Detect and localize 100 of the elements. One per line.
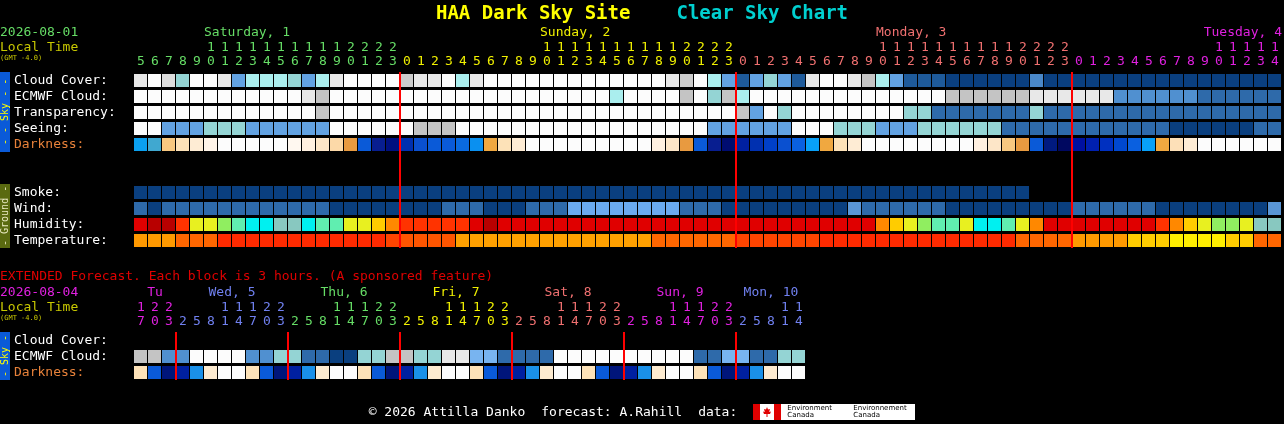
- hour-label: 2: [738, 314, 748, 328]
- hour-label: 5: [472, 54, 482, 68]
- hour-label: 20: [1018, 40, 1028, 68]
- hour-label: 7: [1172, 54, 1182, 68]
- hour-label: 22: [1046, 40, 1056, 68]
- hour-label: 20: [374, 300, 384, 328]
- site-title: HAA Dark Sky Site: [435, 1, 631, 23]
- hour-label: 7: [836, 54, 846, 68]
- extended-note: EXTENDED Forecast. Each block is 3 hours. (A sponsored feature): [0, 268, 495, 284]
- day-label: Sun, 9: [656, 284, 704, 300]
- hour-label: 18: [654, 40, 664, 68]
- row-label: Cloud Cover:: [14, 72, 109, 88]
- row-label: Cloud Cover:: [14, 332, 109, 348]
- hour-label: 8: [542, 314, 552, 328]
- hour-label: 8: [654, 314, 664, 328]
- hour-label: 17: [304, 40, 314, 68]
- hour-label: 14: [598, 40, 608, 68]
- credit-text: © 2026 Attilla Danko: [368, 404, 526, 420]
- hour-label: 21: [360, 40, 370, 68]
- day-label: Sunday, 2: [539, 24, 611, 40]
- hour-label: 11: [556, 300, 566, 328]
- row-label: ECMWF Cloud:: [14, 348, 109, 364]
- hour-label: 5: [304, 314, 314, 328]
- hour-label: 17: [584, 300, 594, 328]
- hour-label: 10: [542, 40, 552, 68]
- hour-label: 3: [444, 54, 454, 68]
- hour-label: 17: [640, 40, 650, 68]
- hour-label: 9: [192, 54, 202, 68]
- hour-label: 2: [514, 314, 524, 328]
- hour-label: 17: [248, 300, 258, 328]
- hour-label: 3: [780, 54, 790, 68]
- midnight-line: [287, 332, 289, 380]
- hour-label: 14: [262, 40, 272, 68]
- hour-label: 16: [290, 40, 300, 68]
- hour-label: 6: [822, 54, 832, 68]
- hour-label: 6: [486, 54, 496, 68]
- hour-label: 19: [1004, 40, 1014, 68]
- hour-label: 19: [332, 40, 342, 68]
- hour-label: 10: [206, 40, 216, 68]
- hour-label: 17: [976, 40, 986, 68]
- hour-label: 22: [710, 40, 720, 68]
- hour-label: 9: [1200, 54, 1210, 68]
- hour-label: 5: [136, 54, 146, 68]
- hour-label: 7: [500, 54, 510, 68]
- hour-label: 20: [262, 300, 272, 328]
- hour-label: 5: [752, 314, 762, 328]
- hour-label: 20: [598, 300, 608, 328]
- hour-label: 2: [626, 314, 636, 328]
- hour-label: 11: [220, 300, 230, 328]
- hour-label: 14: [458, 300, 468, 328]
- hour-label: 17: [136, 300, 146, 328]
- hour-label: 11: [220, 40, 230, 68]
- hour-label: 9: [864, 54, 874, 68]
- hour-label: 3: [1116, 54, 1126, 68]
- day-label: Fri, 7: [432, 284, 480, 300]
- hour-label: 1: [1088, 54, 1098, 68]
- hour-label: 6: [1158, 54, 1168, 68]
- day-label: Saturday, 1: [203, 24, 291, 40]
- hour-label: 20: [150, 300, 160, 328]
- row-label: Wind:: [14, 200, 55, 216]
- hour-label: 5: [528, 314, 538, 328]
- row-label: Transparency:: [14, 104, 117, 120]
- forecast-date: 2026-08-01: [0, 24, 80, 40]
- credit-text: data:: [698, 404, 738, 420]
- day-label: Wed, 5: [208, 284, 256, 300]
- hour-label: 17: [696, 300, 706, 328]
- hour-label: 1: [752, 54, 762, 68]
- hour-label: 14: [1270, 40, 1280, 68]
- hour-label: 11: [332, 300, 342, 328]
- hour-label: 23: [388, 300, 398, 328]
- hour-label: 8: [1186, 54, 1196, 68]
- hour-label: 0: [1074, 54, 1084, 68]
- hour-label: 15: [948, 40, 958, 68]
- day-label: Thu, 6: [320, 284, 368, 300]
- credit-text: forecast: A.Rahill: [541, 404, 683, 420]
- midnight-line: [399, 332, 401, 380]
- hour-label: 2: [1102, 54, 1112, 68]
- hour-label: 17: [472, 300, 482, 328]
- hour-label: 8: [514, 54, 524, 68]
- hour-label: 12: [234, 40, 244, 68]
- hour-label: 1: [416, 54, 426, 68]
- hour-label: 18: [990, 40, 1000, 68]
- midnight-line: [175, 332, 177, 380]
- flag-icon: [753, 404, 782, 420]
- hour-label: 23: [164, 300, 174, 328]
- midnight-line: [623, 332, 625, 380]
- hour-label: 23: [500, 300, 510, 328]
- hour-label: 14: [346, 300, 356, 328]
- hour-label: 16: [962, 40, 972, 68]
- hour-label: 5: [416, 314, 426, 328]
- hour-label: 15: [612, 40, 622, 68]
- row-label: Temperature:: [14, 232, 109, 248]
- hour-label: 23: [724, 300, 734, 328]
- hour-label: 4: [794, 54, 804, 68]
- hour-label: 11: [1228, 40, 1238, 68]
- hour-label: 23: [388, 40, 398, 68]
- hour-label: 16: [626, 40, 636, 68]
- row-label: Seeing:: [14, 120, 70, 136]
- hour-label: 13: [584, 40, 594, 68]
- hour-label: 5: [1144, 54, 1154, 68]
